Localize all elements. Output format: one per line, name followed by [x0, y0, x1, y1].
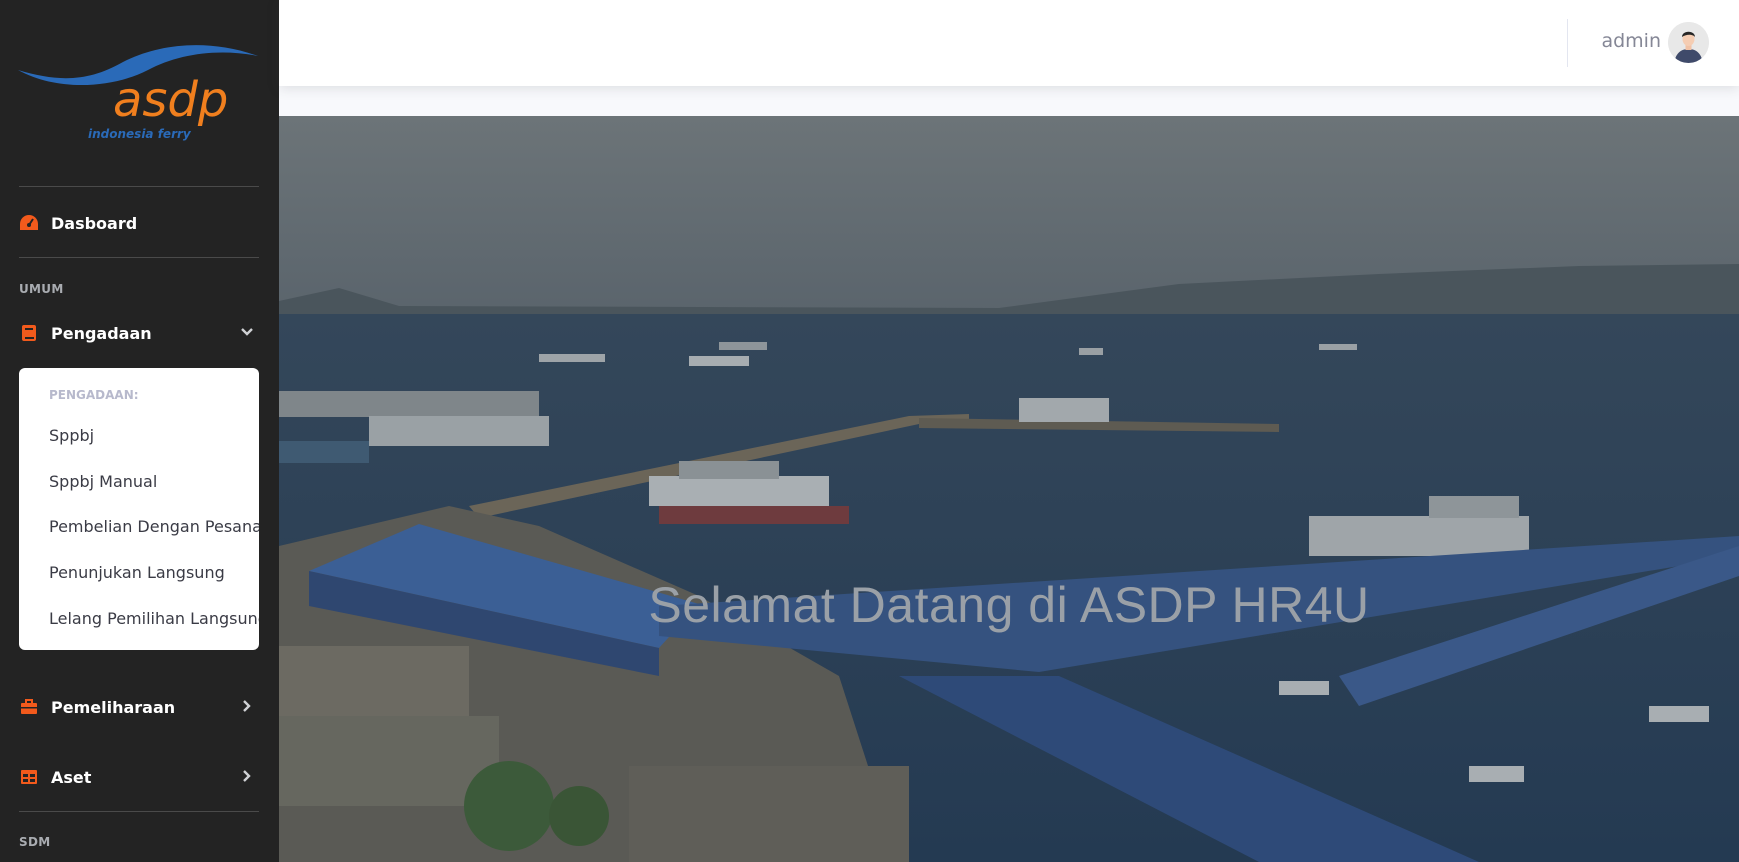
sidebar-heading-umum: UMUM [19, 282, 64, 296]
book-icon [19, 323, 39, 343]
logo-tagline: indonesia ferry [88, 127, 192, 141]
hero-banner: Selamat Datang di ASDP HR4U [279, 116, 1739, 862]
user-name[interactable]: admin [1601, 30, 1661, 52]
submenu-item-sppbj-manual[interactable]: Sppbj Manual [49, 472, 157, 491]
sidebar-divider [19, 811, 259, 812]
chevron-right-icon [239, 768, 255, 784]
sidebar-item-label: Pemeliharaan [51, 697, 176, 717]
avatar[interactable] [1668, 22, 1709, 63]
sidebar-item-label: Dasboard [51, 213, 138, 233]
pengadaan-submenu: PENGADAAN: Sppbj Sppbj Manual Pembelian … [19, 368, 259, 650]
harbor-image [279, 116, 1739, 862]
topbar-divider [1567, 19, 1568, 67]
toolbox-icon [19, 697, 39, 717]
submenu-item-sppbj[interactable]: Sppbj [49, 426, 94, 445]
submenu-item-penunjukan-langsung[interactable]: Penunjukan Langsung [49, 563, 225, 582]
sidebar-item-label: Pengadaan [51, 323, 152, 343]
welcome-title: Selamat Datang di ASDP HR4U [648, 577, 1370, 633]
asdp-logo[interactable]: asdp indonesia ferry [18, 40, 260, 145]
chevron-right-icon [239, 698, 255, 714]
logo-text: asdp [113, 72, 228, 128]
chevron-down-icon [239, 324, 255, 340]
sidebar-heading-sdm: SDM [19, 835, 51, 849]
submenu-item-pembelian-dengan-pesanan[interactable]: Pembelian Dengan Pesanan [49, 517, 259, 536]
sidebar-item-pengadaan[interactable]: Pengadaan [19, 316, 259, 350]
submenu-item-lelang-pemilihan-langsung[interactable]: Lelang Pemilihan Langsung [49, 609, 259, 628]
submenu-heading: PENGADAAN: [49, 388, 139, 402]
tachometer-icon [19, 213, 39, 233]
sidebar-item-label: Aset [51, 767, 92, 787]
sidebar-divider [19, 257, 259, 258]
sidebar-item-dashboard[interactable]: Dasboard [19, 206, 259, 240]
topbar: admin [279, 0, 1739, 86]
sidebar-item-pemeliharaan[interactable]: Pemeliharaan [19, 690, 259, 724]
sidebar: asdp indonesia ferry Dasboard UMUM Penga… [0, 0, 279, 862]
sidebar-item-aset[interactable]: Aset [19, 760, 259, 794]
sidebar-divider [19, 186, 259, 187]
table-icon [19, 767, 39, 787]
